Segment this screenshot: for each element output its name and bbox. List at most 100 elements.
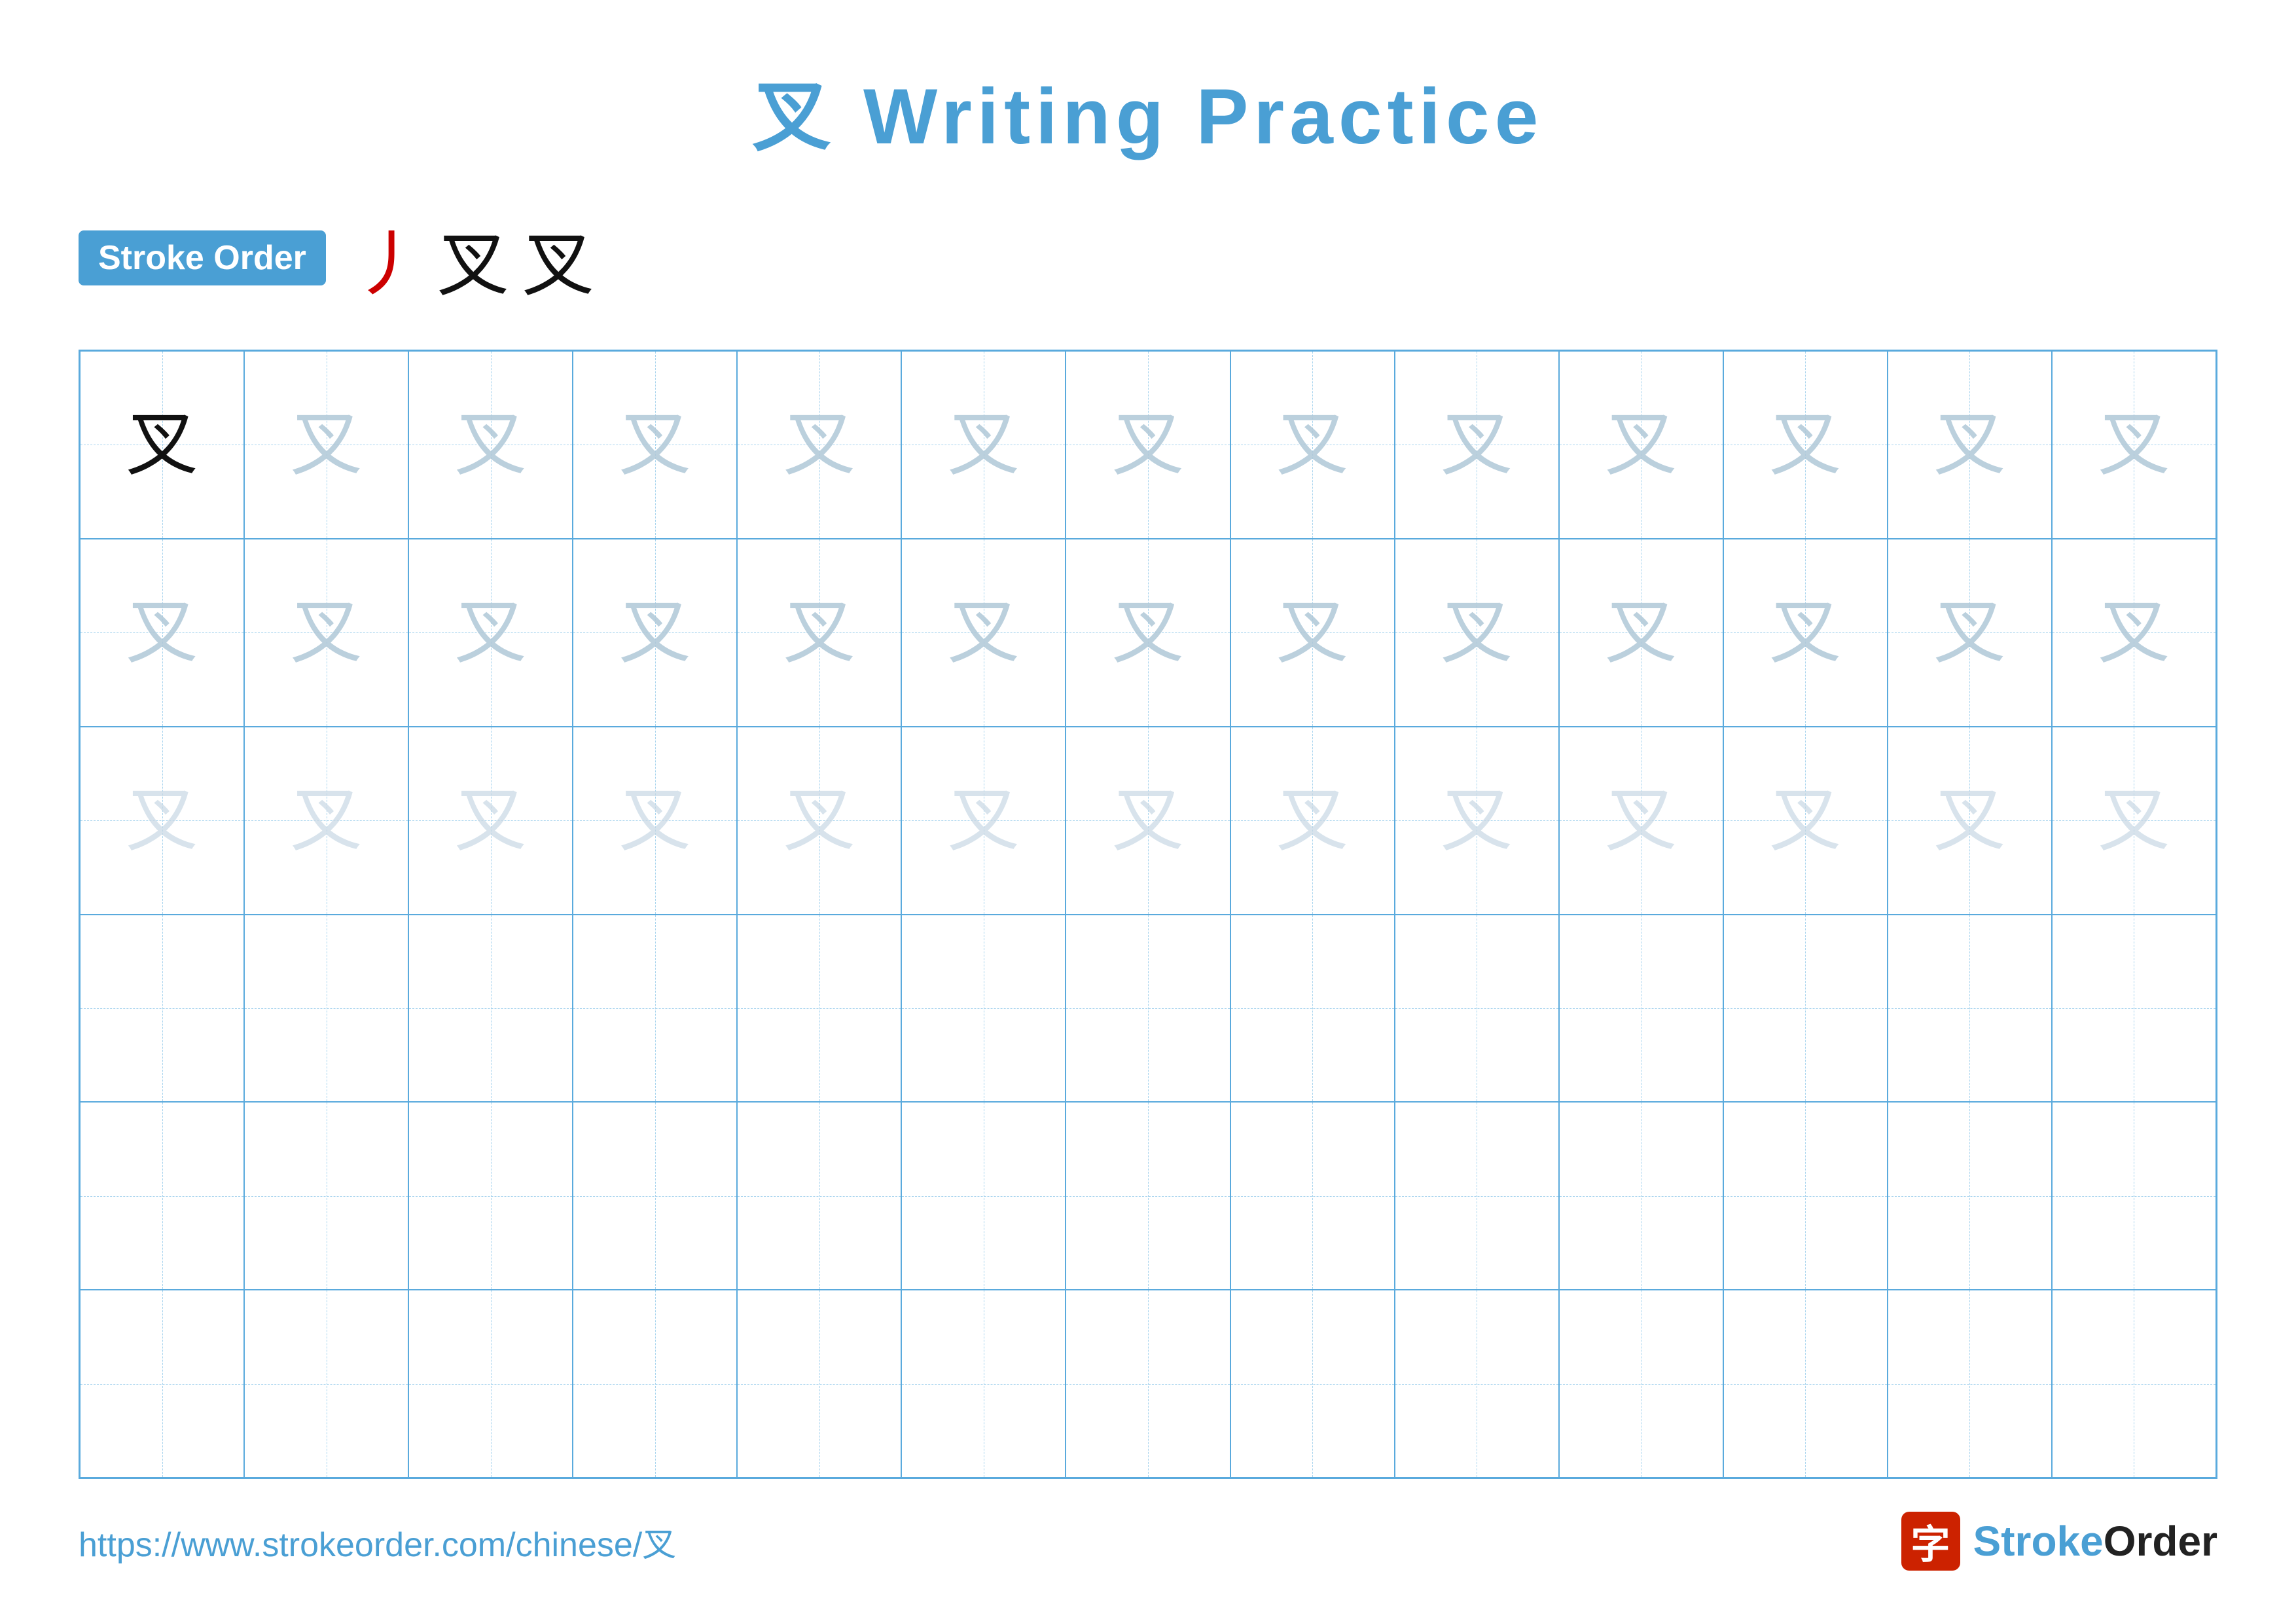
grid-cell[interactable] <box>80 915 244 1103</box>
practice-char: 叉 <box>1933 409 2005 481</box>
grid-cell[interactable] <box>1559 1290 1723 1478</box>
grid-cell[interactable]: 叉 <box>1230 351 1395 539</box>
grid-cell[interactable]: 叉 <box>737 351 901 539</box>
grid-cell[interactable] <box>737 1102 901 1290</box>
practice-char: 叉 <box>1276 784 1348 856</box>
grid-cell[interactable] <box>244 1102 408 1290</box>
grid-cell[interactable]: 叉 <box>80 727 244 915</box>
practice-char: 叉 <box>455 784 527 856</box>
grid-cell[interactable]: 叉 <box>2052 727 2216 915</box>
stroke-char-1: 丿 <box>352 206 424 310</box>
grid-cell[interactable]: 叉 <box>901 727 1066 915</box>
grid-cell[interactable]: 叉 <box>1888 351 2052 539</box>
grid-cell[interactable] <box>1066 1102 1230 1290</box>
practice-char: 叉 <box>126 784 198 856</box>
grid-cell[interactable] <box>1559 915 1723 1103</box>
practice-grid: 叉叉叉叉叉叉叉叉叉叉叉叉叉叉叉叉叉叉叉叉叉叉叉叉叉叉叉叉叉叉叉叉叉叉叉叉叉叉叉 <box>79 350 2217 1479</box>
grid-cell[interactable] <box>1395 1290 1559 1478</box>
grid-cell[interactable] <box>408 915 573 1103</box>
footer-logo: 字 StrokeOrder <box>1901 1512 2217 1571</box>
footer-url[interactable]: https://www.strokeorder.com/chinese/叉 <box>79 1517 676 1566</box>
stroke-order-area: Stroke Order 丿 叉 叉 <box>79 206 2217 310</box>
grid-cell[interactable]: 叉 <box>901 539 1066 727</box>
grid-cell[interactable] <box>737 915 901 1103</box>
grid-cell[interactable]: 叉 <box>1230 727 1395 915</box>
grid-cell[interactable]: 叉 <box>1066 539 1230 727</box>
grid-cell[interactable]: 叉 <box>573 351 737 539</box>
grid-cell[interactable]: 叉 <box>573 539 737 727</box>
page: 叉 Writing Practice Stroke Order 丿 叉 叉 叉叉… <box>0 0 2296 1623</box>
grid-cell[interactable] <box>1888 1102 2052 1290</box>
practice-char: 叉 <box>1933 596 2005 668</box>
grid-cell[interactable] <box>244 915 408 1103</box>
practice-char: 叉 <box>948 409 1020 481</box>
grid-cell[interactable]: 叉 <box>1066 351 1230 539</box>
practice-char: 叉 <box>2098 596 2170 668</box>
page-title: 叉 Writing Practice <box>753 73 1544 160</box>
grid-cell[interactable] <box>737 1290 901 1478</box>
grid-cell[interactable] <box>2052 915 2216 1103</box>
grid-cell[interactable]: 叉 <box>2052 351 2216 539</box>
practice-char: 叉 <box>1769 596 1841 668</box>
grid-cell[interactable] <box>1559 1102 1723 1290</box>
grid-cell[interactable] <box>901 915 1066 1103</box>
grid-cell[interactable] <box>1723 1290 1888 1478</box>
grid-cell[interactable] <box>2052 1290 2216 1478</box>
grid-cell[interactable]: 叉 <box>408 727 573 915</box>
practice-char: 叉 <box>291 409 363 481</box>
grid-cell[interactable]: 叉 <box>737 727 901 915</box>
grid-cell[interactable]: 叉 <box>737 539 901 727</box>
grid-cell[interactable]: 叉 <box>408 539 573 727</box>
grid-cell[interactable]: 叉 <box>1723 539 1888 727</box>
grid-cell[interactable]: 叉 <box>1559 539 1723 727</box>
grid-cell[interactable]: 叉 <box>244 351 408 539</box>
grid-cell[interactable] <box>1723 1102 1888 1290</box>
practice-char: 叉 <box>619 784 691 856</box>
practice-char: 叉 <box>1276 409 1348 481</box>
grid-cell[interactable]: 叉 <box>80 539 244 727</box>
grid-cell[interactable] <box>1066 915 1230 1103</box>
grid-cell[interactable]: 叉 <box>901 351 1066 539</box>
grid-cell[interactable] <box>1230 1102 1395 1290</box>
grid-cell[interactable] <box>573 1102 737 1290</box>
grid-cell[interactable] <box>901 1290 1066 1478</box>
grid-cell[interactable]: 叉 <box>1723 351 1888 539</box>
grid-cell[interactable] <box>80 1102 244 1290</box>
grid-cell[interactable]: 叉 <box>1395 539 1559 727</box>
grid-cell[interactable]: 叉 <box>1230 539 1395 727</box>
grid-cell[interactable]: 叉 <box>1559 727 1723 915</box>
grid-cell[interactable]: 叉 <box>1395 727 1559 915</box>
grid-cell[interactable]: 叉 <box>1888 727 2052 915</box>
grid-cell[interactable]: 叉 <box>80 351 244 539</box>
practice-char: 叉 <box>948 596 1020 668</box>
grid-cell[interactable] <box>2052 1102 2216 1290</box>
grid-cell[interactable]: 叉 <box>408 351 573 539</box>
grid-cell[interactable]: 叉 <box>1066 727 1230 915</box>
grid-cell[interactable] <box>1066 1290 1230 1478</box>
grid-cell[interactable] <box>573 1290 737 1478</box>
grid-cell[interactable]: 叉 <box>1888 539 2052 727</box>
grid-cell[interactable] <box>901 1102 1066 1290</box>
grid-cell[interactable]: 叉 <box>1559 351 1723 539</box>
stroke-chars: 丿 叉 叉 <box>352 206 594 310</box>
grid-cell[interactable] <box>80 1290 244 1478</box>
grid-cell[interactable] <box>408 1102 573 1290</box>
grid-cell[interactable]: 叉 <box>244 539 408 727</box>
grid-cell[interactable] <box>573 915 737 1103</box>
grid-cell[interactable] <box>244 1290 408 1478</box>
practice-char: 叉 <box>1769 409 1841 481</box>
grid-cell[interactable] <box>1230 1290 1395 1478</box>
grid-cell[interactable] <box>1723 915 1888 1103</box>
grid-cell[interactable] <box>1230 915 1395 1103</box>
grid-cell[interactable] <box>1888 1290 2052 1478</box>
grid-cell[interactable]: 叉 <box>573 727 737 915</box>
grid-cell[interactable]: 叉 <box>1723 727 1888 915</box>
grid-cell[interactable] <box>1888 915 2052 1103</box>
practice-char: 叉 <box>1112 409 1184 481</box>
grid-cell[interactable] <box>408 1290 573 1478</box>
grid-cell[interactable]: 叉 <box>2052 539 2216 727</box>
grid-cell[interactable]: 叉 <box>244 727 408 915</box>
grid-cell[interactable] <box>1395 915 1559 1103</box>
grid-cell[interactable]: 叉 <box>1395 351 1559 539</box>
grid-cell[interactable] <box>1395 1102 1559 1290</box>
